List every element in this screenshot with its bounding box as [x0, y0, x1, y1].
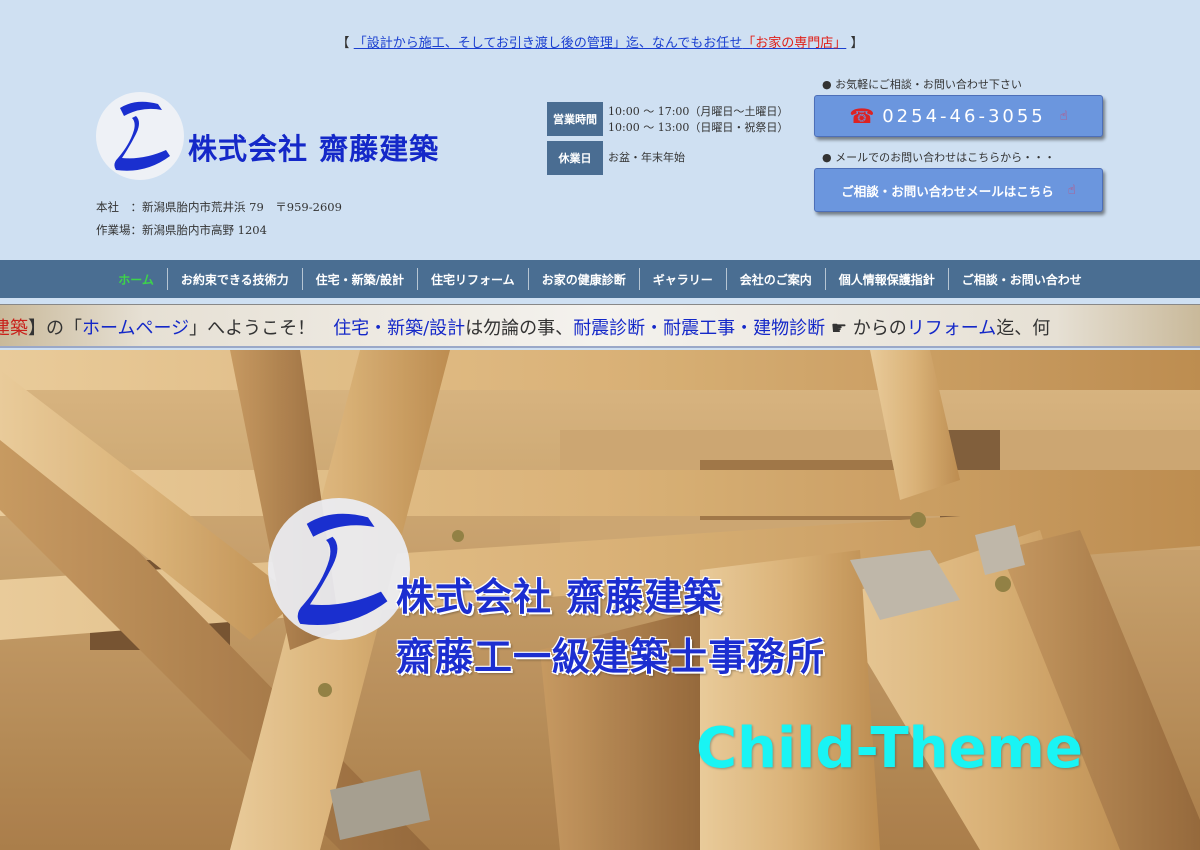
- closed-days-badge: 休業日: [547, 141, 603, 175]
- nav-item-company[interactable]: 会社のご案内: [725, 268, 825, 290]
- nav-item-privacy[interactable]: 個人情報保護指針: [824, 268, 948, 290]
- phone-button[interactable]: ☎ 0254-46-3055 ☝: [814, 95, 1103, 137]
- business-hours-text: 10:00 ～ 17:00（月曜日～土曜日） 10:00 ～ 13:00（日曜日…: [608, 104, 788, 136]
- hero-logo-mark-icon: [268, 498, 410, 640]
- hero-company-name: 株式会社 齋藤建築: [396, 575, 723, 619]
- nav-item-home[interactable]: ホーム: [105, 268, 167, 290]
- marquee-text: 建築】の「ホームページ」へようこそ！ 住宅・新築/設計は勿論の事、耐震診断・耐震…: [0, 314, 1050, 340]
- marquee-company: 建築: [0, 318, 28, 339]
- company-name[interactable]: 株式会社 齋藤建築: [188, 126, 439, 168]
- tagline-open-bracket: 【: [336, 36, 350, 51]
- header-tagline: 【 「設計から施工、そしてお引き渡し後の管理」迄、なんでもお任せ「お家の専門店」…: [0, 32, 1200, 51]
- nav-item-contact[interactable]: ご相談・お問い合わせ: [947, 268, 1095, 290]
- head-office-address: 本社 ：新潟県胎内市荒井浜 79 〒959-2609: [96, 200, 342, 214]
- hero-office-name: 齋藤工一級建築士事務所: [396, 635, 826, 679]
- welcome-marquee: 建築】の「ホームページ」へようこそ！ 住宅・新築/設計は勿論の事、耐震診断・耐震…: [0, 304, 1200, 348]
- tagline-link-text: 「設計から施工、そしてお引き渡し後の管理」迄、なんでもお任せ: [353, 36, 743, 51]
- phone-number: 0254-46-3055: [882, 105, 1046, 127]
- mail-note: ● メールでのお問い合わせはこちらから・・・: [822, 151, 1056, 164]
- hours-holiday: 10:00 ～ 13:00（日曜日・祝祭日）: [608, 121, 789, 134]
- pointer-hand-icon: ☝: [1059, 108, 1068, 124]
- nav-item-gallery[interactable]: ギャラリー: [638, 268, 726, 290]
- phone-note: ● お気軽にご相談・お問い合わせ下さい: [822, 78, 1022, 91]
- business-hours-badge: 営業時間: [547, 102, 603, 136]
- marquee-homepage: ホームページ: [82, 318, 190, 339]
- marquee-reform: リフォーム: [906, 318, 997, 339]
- nav-item-technology[interactable]: お約束できる技術力: [166, 268, 302, 290]
- hero-child-theme-label: Child-Theme: [696, 716, 1083, 781]
- closed-days-text: お盆・年末年始: [608, 151, 685, 164]
- hours-weekday: 10:00 ～ 17:00（月曜日～土曜日）: [608, 105, 789, 118]
- nav-item-reform[interactable]: 住宅リフォーム: [417, 268, 528, 290]
- marquee-seismic: 耐震診断・耐震工事・建物診断: [573, 318, 826, 339]
- marquee-segment: 」へようこそ！: [189, 318, 334, 339]
- tagline-close-bracket: 】: [850, 36, 864, 51]
- tagline-link[interactable]: 「設計から施工、そしてお引き渡し後の管理」迄、なんでもお任せ「お家の専門店」: [354, 36, 847, 51]
- marquee-segment: 】の「: [28, 318, 82, 339]
- nav-item-new-build[interactable]: 住宅・新築/設計: [301, 268, 417, 290]
- mail-contact-button[interactable]: ご相談・お問い合わせメールはこちら ☝: [814, 168, 1103, 212]
- marquee-segment: ☛ からの: [825, 318, 907, 339]
- pointer-hand-icon: ☝: [1067, 182, 1076, 198]
- marquee-new-build: 住宅・新築/設計: [333, 318, 466, 339]
- phone-icon: ☎: [849, 104, 875, 128]
- mail-contact-label: ご相談・お問い合わせメールはこちら: [841, 183, 1054, 199]
- main-navigation: ホーム お約束できる技術力 住宅・新築/設計 住宅リフォーム お家の健康診断 ギ…: [0, 260, 1200, 298]
- marquee-segment: は勿論の事、: [465, 318, 574, 339]
- company-address: 本社 ：新潟県胎内市荒井浜 79 〒959-2609 作業場：新潟県胎内市高野 …: [96, 196, 342, 242]
- tagline-highlight: 「お家の専門店」: [742, 36, 847, 51]
- nav-item-inspection[interactable]: お家の健康診断: [527, 268, 639, 290]
- logo-mark-icon[interactable]: [96, 92, 184, 180]
- hero-banner: 株式会社 齋藤建築 齋藤工一級建築士事務所 Child-Theme: [0, 350, 1200, 850]
- marquee-segment: 迄、何: [996, 318, 1051, 339]
- workshop-address: 作業場：新潟県胎内市高野 1204: [96, 223, 267, 237]
